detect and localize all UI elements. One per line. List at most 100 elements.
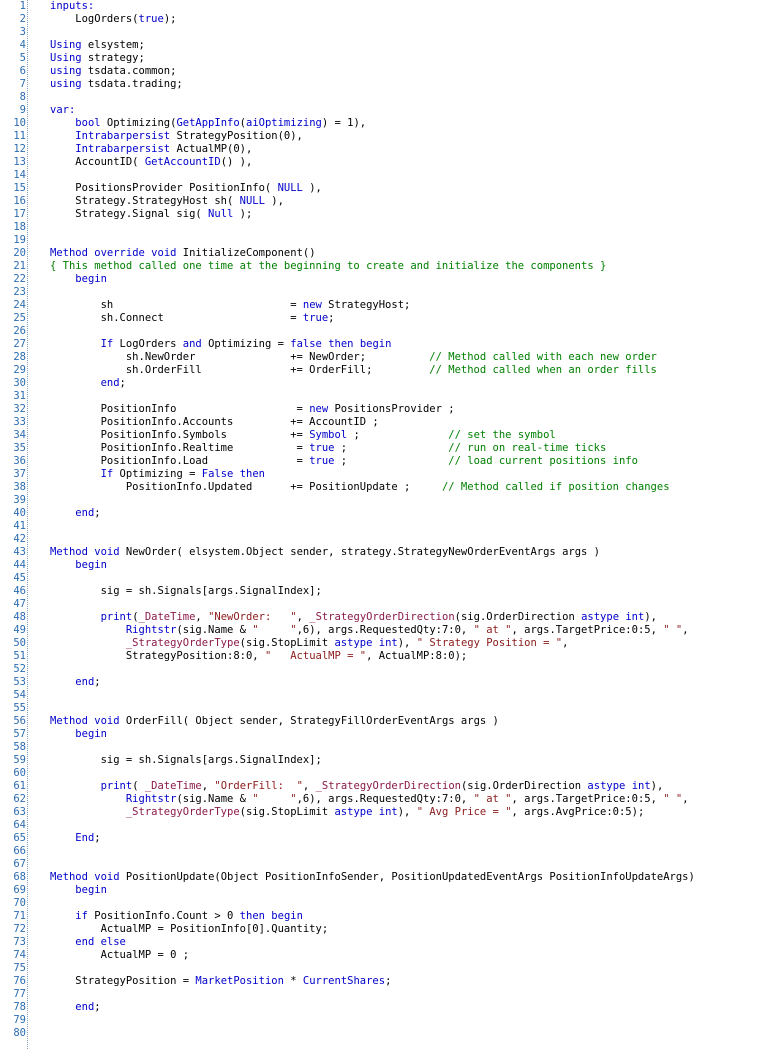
code-token: PositionInfo.Count > 0 bbox=[87, 910, 240, 922]
code-line[interactable]: 24 sh = new StrategyHost; bbox=[0, 299, 764, 312]
code-line[interactable]: 51 StrategyPosition:8:0, " ActualMP = ",… bbox=[0, 650, 764, 663]
code-line[interactable]: 36 PositionInfo.Load = true ; // load cu… bbox=[0, 455, 764, 468]
code-line[interactable]: 39 bbox=[0, 494, 764, 507]
code-token: then bbox=[239, 468, 265, 480]
code-line[interactable]: 48 print(_DateTime, "NewOrder: ", _Strat… bbox=[0, 611, 764, 624]
code-token: PositionInfo.Realtime = bbox=[50, 442, 310, 454]
code-line[interactable]: 63 _StrategyOrderType(sig.StopLimit asty… bbox=[0, 806, 764, 819]
code-line[interactable]: 33 PositionInfo.Accounts += AccountID ; bbox=[0, 416, 764, 429]
code-line[interactable]: 41 bbox=[0, 520, 764, 533]
code-token: end bbox=[75, 936, 95, 948]
code-line[interactable]: 79 bbox=[0, 1014, 764, 1027]
line-number: 25 bbox=[13, 312, 26, 324]
code-line[interactable]: 42 bbox=[0, 533, 764, 546]
code-line[interactable]: 72 ActualMP = PositionInfo[0].Quantity; bbox=[0, 923, 764, 936]
code-line[interactable]: 17 Strategy.Signal sig( Null ); bbox=[0, 208, 764, 221]
code-line[interactable]: 78 end; bbox=[0, 1001, 764, 1014]
code-text: using tsdata.common; bbox=[50, 65, 176, 78]
code-line[interactable]: 71 if PositionInfo.Count > 0 then begin bbox=[0, 910, 764, 923]
code-line[interactable]: 30 end; bbox=[0, 377, 764, 390]
code-line[interactable]: 60 bbox=[0, 767, 764, 780]
code-line[interactable]: 69 begin bbox=[0, 884, 764, 897]
code-line[interactable]: 18 bbox=[0, 221, 764, 234]
code-line[interactable]: 70 bbox=[0, 897, 764, 910]
code-line[interactable]: 10 bool Optimizing(GetAppInfo(aiOptimizi… bbox=[0, 117, 764, 130]
code-line[interactable]: 37 If Optimizing = False then bbox=[0, 468, 764, 481]
code-line[interactable]: 1 inputs: bbox=[0, 0, 764, 13]
code-line[interactable]: 12 Intrabarpersist ActualMP(0), bbox=[0, 143, 764, 156]
code-editor[interactable]: 1 inputs: 2 LogOrders(true); 3 4 Using elsyst… bbox=[0, 0, 764, 1049]
code-line[interactable]: 21 { This method called one time at the b… bbox=[0, 260, 764, 273]
code-line[interactable]: 29 sh.OrderFill += OrderFill; // Method … bbox=[0, 364, 764, 377]
code-line[interactable]: 23 bbox=[0, 286, 764, 299]
code-line[interactable]: 3 bbox=[0, 26, 764, 39]
code-line[interactable]: 43 Method void NewOrder( elsystem.Object … bbox=[0, 546, 764, 559]
code-line[interactable]: 47 bbox=[0, 598, 764, 611]
code-token: _DateTime bbox=[144, 780, 202, 792]
code-line[interactable]: 5 Using strategy; bbox=[0, 52, 764, 65]
code-line[interactable]: 75 bbox=[0, 962, 764, 975]
code-line[interactable]: 44 begin bbox=[0, 559, 764, 572]
code-line[interactable]: 66 bbox=[0, 845, 764, 858]
code-token: void bbox=[94, 715, 120, 727]
code-line[interactable]: 65 End; bbox=[0, 832, 764, 845]
line-number: 30 bbox=[13, 377, 26, 389]
code-line[interactable]: 34 PositionInfo.Symbols += Symbol ; // s… bbox=[0, 429, 764, 442]
code-line[interactable]: 74 ActualMP = 0 ; bbox=[0, 949, 764, 962]
code-line[interactable]: 19 bbox=[0, 234, 764, 247]
code-line[interactable]: 35 PositionInfo.Realtime = true ; // run… bbox=[0, 442, 764, 455]
code-line[interactable]: 59 sig = sh.Signals[args.SignalIndex]; bbox=[0, 754, 764, 767]
code-token: using bbox=[50, 78, 82, 90]
code-line[interactable]: 4 Using elsystem; bbox=[0, 39, 764, 52]
code-line[interactable]: 38 PositionInfo.Updated += PositionUpdat… bbox=[0, 481, 764, 494]
code-line[interactable]: 57 begin bbox=[0, 728, 764, 741]
code-token: (sig.StopLimit bbox=[239, 806, 335, 818]
code-text: Intrabarpersist ActualMP(0), bbox=[50, 143, 252, 156]
code-line[interactable]: 2 LogOrders(true); bbox=[0, 13, 764, 26]
code-line[interactable]: 22 begin bbox=[0, 273, 764, 286]
code-line[interactable]: 8 bbox=[0, 91, 764, 104]
code-line[interactable]: 40 end; bbox=[0, 507, 764, 520]
code-line[interactable]: 25 sh.Connect = true; bbox=[0, 312, 764, 325]
code-line[interactable]: 16 Strategy.StrategyHost sh( NULL ), bbox=[0, 195, 764, 208]
code-line[interactable]: 80 bbox=[0, 1027, 764, 1040]
code-line[interactable]: 62 Rightstr(sig.Name & " ",6), args.Requ… bbox=[0, 793, 764, 806]
code-line[interactable]: 9 var: bbox=[0, 104, 764, 117]
code-line[interactable]: 6 using tsdata.common; bbox=[0, 65, 764, 78]
code-line[interactable]: 54 bbox=[0, 689, 764, 702]
code-line[interactable]: 7 using tsdata.trading; bbox=[0, 78, 764, 91]
line-number: 10 bbox=[13, 117, 26, 129]
code-line[interactable]: 32 PositionInfo = new PositionsProvider … bbox=[0, 403, 764, 416]
code-lines[interactable]: 1 inputs: 2 LogOrders(true); 3 4 Using elsyst… bbox=[0, 0, 764, 1040]
code-line[interactable]: 55 bbox=[0, 702, 764, 715]
code-line[interactable]: 20 Method override void InitializeCompone… bbox=[0, 247, 764, 260]
code-line[interactable]: 61 print( _DateTime, "OrderFill: ", _Str… bbox=[0, 780, 764, 793]
code-line[interactable]: 26 bbox=[0, 325, 764, 338]
code-line[interactable]: 15 PositionsProvider PositionInfo( NULL … bbox=[0, 182, 764, 195]
code-line[interactable]: 52 bbox=[0, 663, 764, 676]
code-line[interactable]: 46 sig = sh.Signals[args.SignalIndex]; bbox=[0, 585, 764, 598]
code-token: "NewOrder: " bbox=[208, 611, 297, 623]
code-line[interactable]: 67 bbox=[0, 858, 764, 871]
code-line[interactable]: 76 StrategyPosition = MarketPosition * C… bbox=[0, 975, 764, 988]
code-text: begin bbox=[50, 728, 107, 741]
line-number: 72 bbox=[13, 923, 26, 935]
code-line[interactable]: 77 bbox=[0, 988, 764, 1001]
code-line[interactable]: 58 bbox=[0, 741, 764, 754]
code-line[interactable]: 73 end else bbox=[0, 936, 764, 949]
code-line[interactable]: 56 Method void OrderFill( Object sender, … bbox=[0, 715, 764, 728]
line-number: 32 bbox=[13, 403, 26, 415]
code-line[interactable]: 49 Rightstr(sig.Name & " ",6), args.Requ… bbox=[0, 624, 764, 637]
code-line[interactable]: 53 end; bbox=[0, 676, 764, 689]
code-line[interactable]: 13 AccountID( GetAccountID() ), bbox=[0, 156, 764, 169]
code-line[interactable]: 31 bbox=[0, 390, 764, 403]
code-line[interactable]: 50 _StrategyOrderType(sig.StopLimit asty… bbox=[0, 637, 764, 650]
code-token: , bbox=[682, 624, 689, 636]
code-line[interactable]: 64 bbox=[0, 819, 764, 832]
code-line[interactable]: 28 sh.NewOrder += NewOrder; // Method ca… bbox=[0, 351, 764, 364]
code-line[interactable]: 14 bbox=[0, 169, 764, 182]
code-line[interactable]: 68 Method void PositionUpdate(Object Posi… bbox=[0, 871, 764, 884]
code-line[interactable]: 11 Intrabarpersist StrategyPosition(0), bbox=[0, 130, 764, 143]
code-line[interactable]: 45 bbox=[0, 572, 764, 585]
code-line[interactable]: 27 If LogOrders and Optimizing = false t… bbox=[0, 338, 764, 351]
